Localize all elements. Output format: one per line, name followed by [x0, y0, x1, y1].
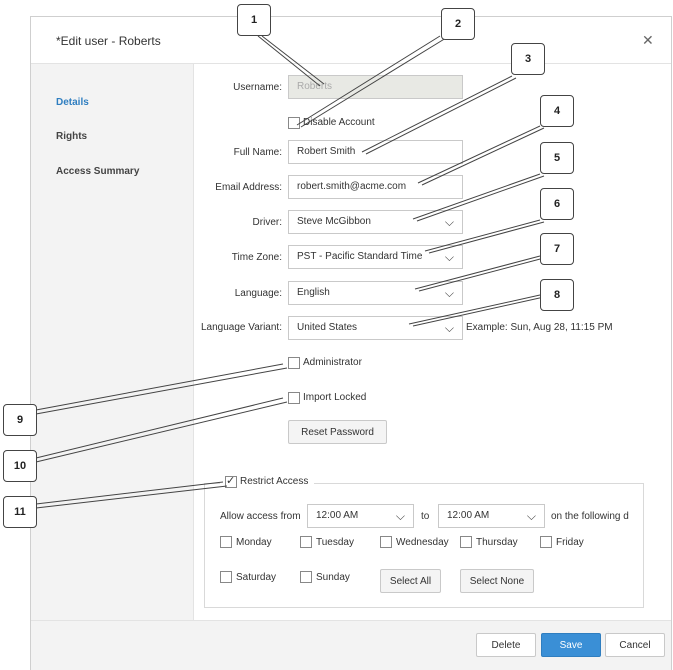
username-field: Roberts [288, 75, 463, 99]
email-label: Email Address: [215, 182, 282, 193]
disable-account-label: Disable Account [303, 117, 375, 128]
import-locked-label: Import Locked [303, 392, 367, 403]
callout-7: 7 [540, 233, 574, 265]
timezone-select[interactable]: PST - Pacific Standard Time ⌵ [288, 245, 463, 269]
driver-label: Driver: [252, 217, 282, 228]
import-locked-checkbox[interactable] [288, 392, 300, 404]
save-button[interactable]: Save [541, 633, 601, 657]
access-from-select[interactable]: 12:00 AM ⌵ [307, 504, 414, 528]
username-label: Username: [233, 82, 282, 93]
monday-label: Monday [236, 537, 272, 548]
callout-5: 5 [540, 142, 574, 174]
administrator-label: Administrator [303, 357, 362, 368]
saturday-checkbox[interactable] [220, 571, 232, 583]
chevron-down-icon: ⌵ [444, 215, 454, 229]
select-none-button[interactable]: Select None [460, 569, 534, 593]
saturday-label: Saturday [236, 572, 277, 583]
callout-10: 10 [3, 450, 37, 482]
dialog-title: *Edit user - Roberts [56, 34, 161, 48]
callout-6: 6 [540, 188, 574, 220]
callout-3: 3 [511, 43, 545, 75]
disable-account-checkbox[interactable] [288, 117, 300, 129]
to-label: to [421, 511, 430, 522]
callout-11: 11 [3, 496, 37, 528]
language-variant-select[interactable]: United States ⌵ [288, 316, 463, 340]
sidebar-item-details[interactable]: Details [56, 97, 89, 108]
language-variant-example: Example: Sun, Aug 28, 11:15 PM [466, 322, 613, 333]
close-icon[interactable]: ✕ [642, 32, 654, 49]
dialog-header: *Edit user - Roberts ✕ [31, 17, 671, 64]
allow-access-from-label: Allow access from [220, 511, 301, 522]
driver-value: Steve McGibbon [297, 216, 371, 227]
chevron-down-icon: ⌵ [444, 250, 454, 264]
tuesday-label: Tuesday [316, 537, 354, 548]
callout-9: 9 [3, 404, 37, 436]
access-to-select[interactable]: 12:00 AM ⌵ [438, 504, 545, 528]
callout-1: 1 [237, 4, 271, 36]
thursday-label: Thursday [476, 537, 518, 548]
cancel-button[interactable]: Cancel [605, 633, 665, 657]
sidebar-item-rights[interactable]: Rights [56, 131, 87, 142]
callout-8: 8 [540, 279, 574, 311]
chevron-down-icon: ⌵ [395, 509, 405, 523]
fullname-field[interactable]: Robert Smith [288, 140, 463, 164]
wednesday-label: Wednesday [396, 537, 449, 548]
restrict-access-checkbox[interactable] [225, 474, 237, 488]
chevron-down-icon: ⌵ [444, 286, 454, 300]
email-field[interactable]: robert.smith@acme.com [288, 175, 463, 199]
timezone-label: Time Zone: [231, 252, 282, 263]
language-variant-value: United States [297, 322, 358, 333]
chevron-down-icon: ⌵ [444, 321, 454, 335]
fullname-label: Full Name: [233, 147, 282, 158]
restrict-access-label: Restrict Access [240, 476, 309, 487]
callout-4: 4 [540, 95, 574, 127]
reset-password-button[interactable]: Reset Password [288, 420, 387, 444]
tuesday-checkbox[interactable] [300, 536, 312, 548]
following-days-label: on the following d [551, 511, 629, 522]
sunday-label: Sunday [316, 572, 350, 583]
timezone-value: PST - Pacific Standard Time [297, 251, 423, 262]
delete-button[interactable]: Delete [476, 633, 536, 657]
driver-select[interactable]: Steve McGibbon ⌵ [288, 210, 463, 234]
administrator-checkbox[interactable] [288, 357, 300, 369]
callout-2: 2 [441, 8, 475, 40]
language-label: Language: [234, 288, 282, 299]
language-variant-label: Language Variant: [201, 322, 282, 333]
sunday-checkbox[interactable] [300, 571, 312, 583]
chevron-down-icon: ⌵ [526, 509, 536, 523]
friday-checkbox[interactable] [540, 536, 552, 548]
access-to-value: 12:00 AM [447, 510, 490, 521]
sidebar: Details Rights Access Summary [31, 64, 194, 620]
language-select[interactable]: English ⌵ [288, 281, 463, 305]
access-from-value: 12:00 AM [316, 510, 359, 521]
dialog-footer: Delete Save Cancel [31, 620, 671, 670]
language-value: English [297, 287, 330, 298]
sidebar-item-access-summary[interactable]: Access Summary [56, 166, 139, 177]
wednesday-checkbox[interactable] [380, 536, 392, 548]
monday-checkbox[interactable] [220, 536, 232, 548]
friday-label: Friday [556, 537, 584, 548]
select-all-button[interactable]: Select All [380, 569, 441, 593]
thursday-checkbox[interactable] [460, 536, 472, 548]
